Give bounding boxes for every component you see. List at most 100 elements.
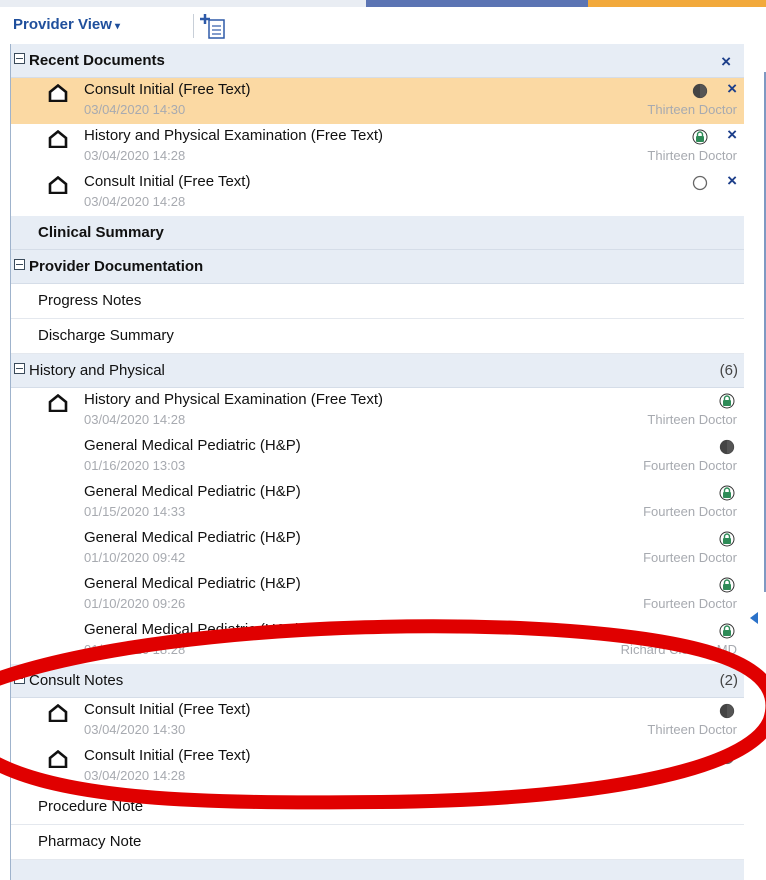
section-label: Provider Documentation [29, 258, 204, 275]
document-row[interactable]: General Medical Pediatric (H&P) 01/10/202… [11, 526, 745, 572]
nav-item-procedure-note[interactable]: Procedure Note [11, 790, 745, 825]
document-author: Richard Clouse, MD [620, 642, 737, 657]
document-date: 03/04/2020 14:28 [84, 194, 186, 209]
consult-notes-list: Consult Initial (Free Text) 03/04/2020 14… [11, 698, 745, 790]
section-consult-notes[interactable]: Consult Notes (2) [11, 664, 745, 698]
provider-view-dropdown[interactable]: Provider View ▾ [13, 16, 120, 33]
document-author: Thirteen Doctor [647, 148, 737, 163]
home-icon [48, 704, 68, 722]
collapse-toggle-icon[interactable] [14, 363, 25, 374]
section-recent-documents[interactable]: Recent Documents × [11, 44, 745, 78]
top-strip [0, 0, 366, 7]
document-date: 03/04/2020 14:30 [84, 102, 186, 117]
close-icon[interactable]: × [727, 79, 737, 99]
document-title: General Medical Pediatric (H&P) [84, 437, 301, 454]
history-physical-list: History and Physical Examination (Free T… [11, 388, 745, 664]
document-row[interactable]: Consult Initial (Free Text) 03/04/2020 14… [11, 78, 745, 124]
document-date: 01/10/2020 09:42 [84, 550, 186, 565]
document-title: Consult Initial (Free Text) [84, 173, 251, 190]
lock-icon [719, 577, 735, 593]
document-title: General Medical Pediatric (H&P) [84, 483, 301, 500]
section-count: (2) [719, 672, 738, 689]
close-icon[interactable]: × [721, 52, 731, 72]
document-title: General Medical Pediatric (H&P) [84, 621, 301, 638]
toolbar-divider [193, 14, 194, 38]
document-date: 01/15/2020 14:33 [84, 504, 186, 519]
provider-view-app: Provider View ▾ Recent Documents × Consul… [0, 0, 766, 880]
document-row[interactable]: General Medical Pediatric (H&P) 01/15/202… [11, 480, 745, 526]
home-icon [48, 84, 68, 102]
document-row[interactable]: Consult Initial (Free Text) 03/04/2020 14… [11, 744, 745, 790]
document-row[interactable]: General Medical Pediatric (H&P) 01/10/202… [11, 572, 745, 618]
home-icon [48, 750, 68, 768]
documents-panel: Recent Documents × Consult Initial (Free… [10, 44, 746, 880]
document-date: 03/04/2020 14:30 [84, 722, 186, 737]
document-row[interactable]: General Medical Pediatric (H&P) 01/09/202… [11, 618, 745, 664]
document-row[interactable]: History and Physical Examination (Free T… [11, 388, 745, 434]
home-icon [48, 130, 68, 148]
document-title: Consult Initial (Free Text) [84, 701, 251, 718]
document-row[interactable]: Consult Initial (Free Text) 03/04/2020 14… [11, 170, 745, 216]
document-row[interactable]: History and Physical Examination (Free T… [11, 124, 745, 170]
chevron-down-icon: ▾ [114, 21, 120, 32]
section-label: Consult Notes [29, 672, 124, 689]
nav-item-progress-notes[interactable]: Progress Notes [11, 284, 745, 319]
collapse-arrow-icon[interactable] [750, 612, 758, 624]
section-count: (6) [719, 362, 738, 379]
lock-icon [719, 623, 735, 639]
document-author: Fourteen Doctor [643, 596, 737, 611]
section-label: History and Physical [29, 362, 165, 379]
document-date: 03/04/2020 14:28 [84, 148, 186, 163]
collapse-toggle-icon[interactable] [14, 259, 25, 270]
document-date: 01/16/2020 13:03 [84, 458, 186, 473]
document-title: History and Physical Examination (Free T… [84, 391, 384, 408]
close-icon[interactable]: × [727, 171, 737, 191]
document-author: Fourteen Doctor [643, 550, 737, 565]
section-label: Recent Documents [29, 52, 165, 69]
document-author: Fourteen Doctor [643, 458, 737, 473]
lock-icon [719, 393, 735, 409]
document-date: 03/04/2020 14:28 [84, 768, 186, 783]
top-strip-blue [366, 0, 588, 7]
toolbar: Provider View ▾ [0, 0, 766, 44]
section-clinical-summary[interactable]: Clinical Summary [11, 216, 745, 250]
document-author: Thirteen Doctor [647, 412, 737, 427]
half-circle-icon [719, 703, 735, 719]
nav-item-label: Procedure Note [38, 798, 144, 815]
collapse-toggle-icon[interactable] [14, 53, 25, 64]
document-row[interactable]: Consult Initial (Free Text) 03/04/2020 14… [11, 698, 745, 744]
section-history-and-physical[interactable]: History and Physical (6) [11, 354, 745, 388]
document-title: Consult Initial (Free Text) [84, 747, 251, 764]
document-author: Thirteen Doctor [647, 102, 737, 117]
home-icon [48, 394, 68, 412]
empty-circle-icon [692, 175, 708, 191]
splitter-handle[interactable] [744, 44, 766, 880]
document-author: Thirteen Doctor [647, 722, 737, 737]
nav-item-label: Pharmacy Note [38, 833, 142, 850]
panel-footer [11, 860, 745, 880]
empty-circle-icon [719, 749, 735, 765]
document-row[interactable]: General Medical Pediatric (H&P) 01/16/202… [11, 434, 745, 480]
document-date: 01/09/2020 18:28 [84, 642, 186, 657]
nav-item-discharge-summary[interactable]: Discharge Summary [11, 319, 745, 354]
section-provider-documentation[interactable]: Provider Documentation [11, 250, 745, 284]
collapse-toggle-icon[interactable] [14, 673, 25, 684]
nav-item-label: Discharge Summary [38, 327, 174, 344]
document-title: General Medical Pediatric (H&P) [84, 575, 301, 592]
nav-item-label: Progress Notes [38, 292, 142, 309]
document-date: 01/10/2020 09:26 [84, 596, 186, 611]
lock-icon [719, 531, 735, 547]
document-title: Consult Initial (Free Text) [84, 81, 251, 98]
provider-view-label: Provider View [13, 16, 112, 33]
section-label: Clinical Summary [38, 224, 164, 241]
document-title: General Medical Pediatric (H&P) [84, 529, 301, 546]
document-title: History and Physical Examination (Free T… [84, 127, 384, 144]
nav-item-pharmacy-note[interactable]: Pharmacy Note [11, 825, 745, 860]
new-document-icon[interactable] [200, 12, 228, 40]
close-icon[interactable]: × [727, 125, 737, 145]
lock-icon [692, 129, 708, 145]
home-icon [48, 176, 68, 194]
half-circle-icon [692, 83, 708, 99]
lock-icon [719, 485, 735, 501]
recent-documents-list: Consult Initial (Free Text) 03/04/2020 14… [11, 78, 745, 216]
